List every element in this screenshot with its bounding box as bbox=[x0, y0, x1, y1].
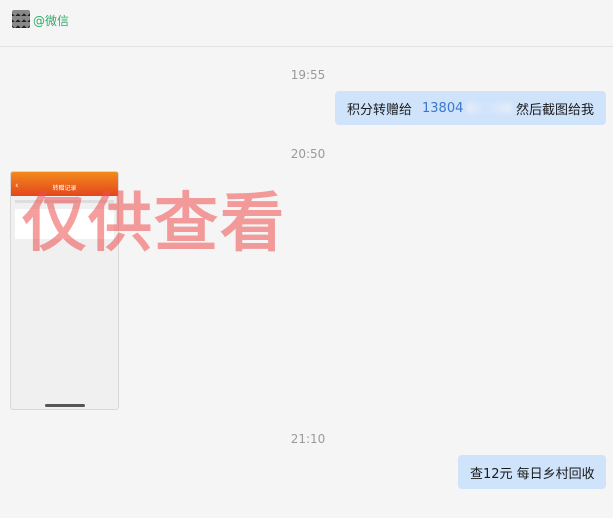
message-bubble[interactable]: 查12元 每日乡村回收 bbox=[458, 455, 606, 489]
message-text: 查12元 每日乡村回收 bbox=[470, 466, 595, 482]
blurred-text bbox=[467, 103, 512, 113]
message-text-suffix: 然后截图给我 bbox=[515, 102, 594, 118]
timestamp: 20:50 bbox=[290, 147, 326, 161]
message-text: 积分转赠给 bbox=[347, 102, 413, 118]
watermark: 仅供查看 bbox=[22, 187, 286, 261]
home-indicator bbox=[45, 404, 85, 407]
message-bubble[interactable]: 积分转赠给 13804 然后截图给我 bbox=[335, 91, 606, 125]
timestamp: 19:55 bbox=[290, 68, 326, 82]
chat-header: @微信 bbox=[0, 0, 613, 47]
avatar[interactable] bbox=[12, 10, 30, 28]
phone-number[interactable]: 13804 bbox=[422, 101, 463, 116]
timestamp: 21:10 bbox=[290, 432, 326, 446]
wechat-tag: @微信 bbox=[33, 14, 70, 28]
